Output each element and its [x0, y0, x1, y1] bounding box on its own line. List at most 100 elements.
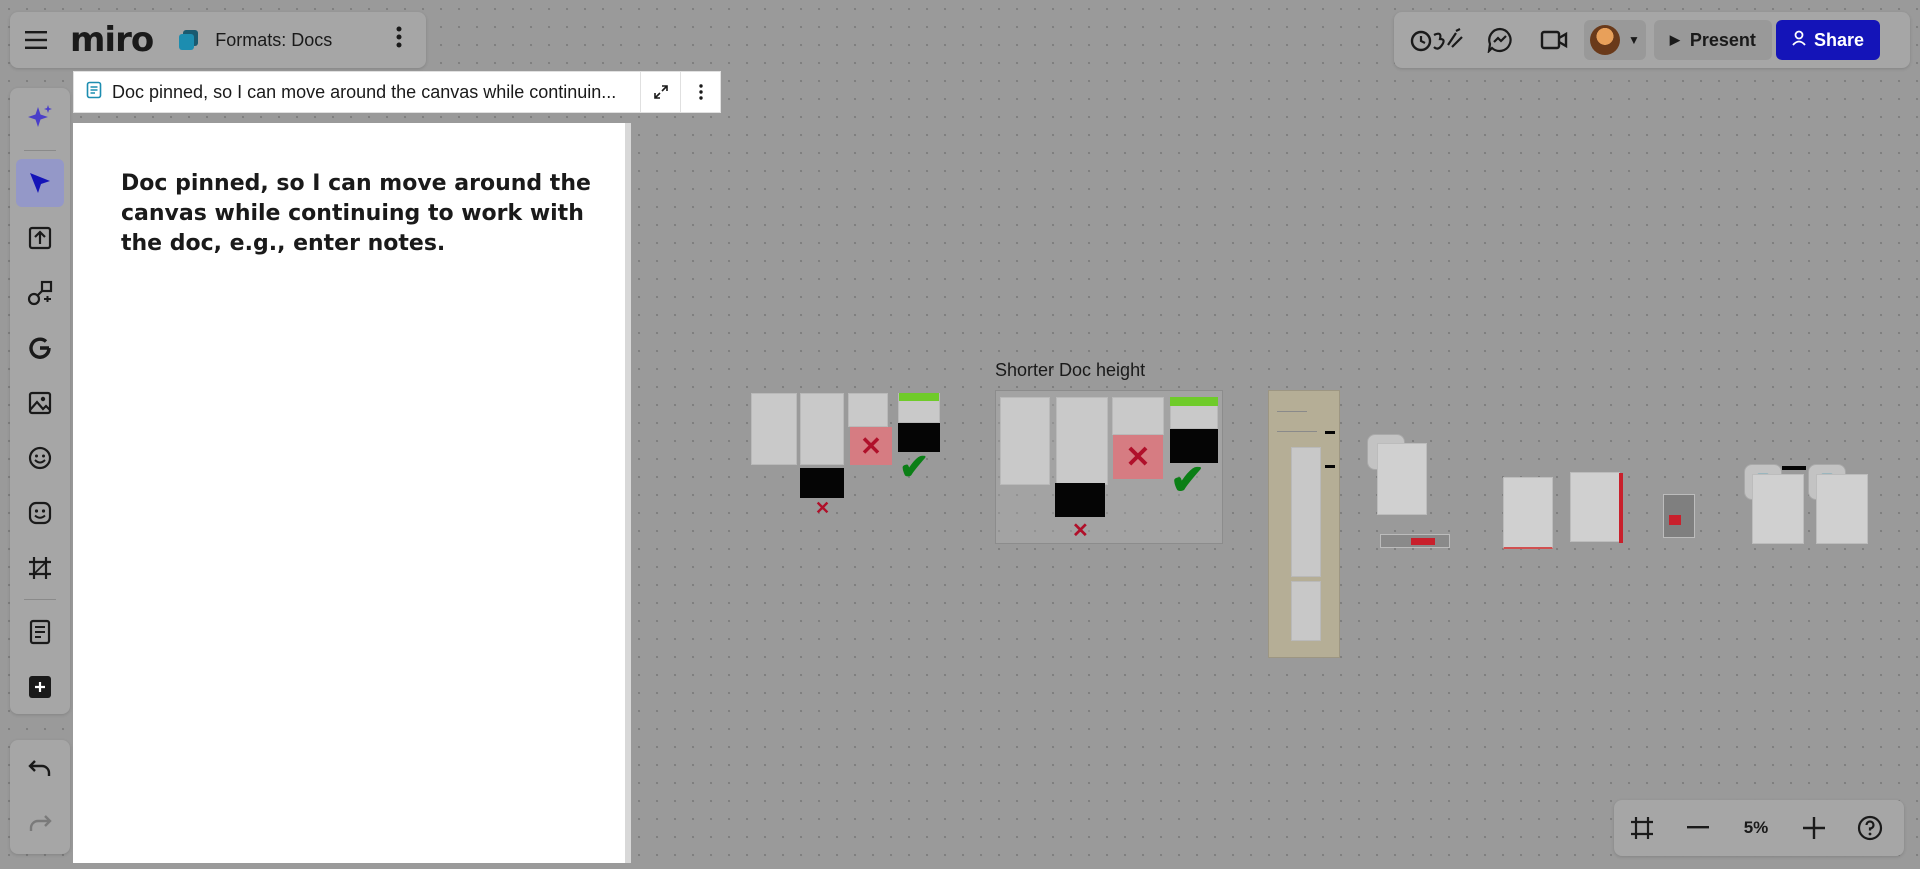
chat-icon: [1487, 27, 1512, 53]
left-toolbar: [10, 88, 70, 714]
ai-sparkle-icon: [28, 105, 52, 127]
board-options-button[interactable]: [396, 26, 402, 55]
pinned-doc-body[interactable]: Doc pinned, so I can move around the can…: [73, 123, 625, 863]
more-vertical-icon: [396, 26, 402, 47]
long-doc-strip[interactable]: [1268, 390, 1340, 658]
doc-icon: [86, 81, 102, 104]
fit-to-screen-button[interactable]: [1614, 800, 1670, 856]
mini-doc-card[interactable]: [800, 393, 844, 465]
timer-reactions-button[interactable]: [1408, 18, 1468, 62]
help-icon: [1857, 815, 1883, 841]
help-button[interactable]: [1842, 800, 1898, 856]
frame-icon: [29, 556, 51, 579]
doc-options-button[interactable]: [680, 72, 720, 112]
expand-doc-button[interactable]: [640, 72, 680, 112]
pinned-doc-title[interactable]: Doc pinned, so I can move around the can…: [112, 82, 640, 103]
image-tool[interactable]: [10, 375, 70, 430]
google-icon: [29, 337, 51, 359]
frame-tool[interactable]: [10, 540, 70, 595]
toolbar-divider: [24, 150, 56, 151]
undo-button[interactable]: [10, 740, 70, 795]
red-x-card[interactable]: ✕: [1113, 435, 1163, 479]
collaboration-toolbar: ▼ ▶ Present Share: [1394, 12, 1910, 68]
check-icon: ✔: [1170, 456, 1206, 503]
doc-banner[interactable]: [1380, 534, 1450, 548]
chevron-down-icon: ▼: [1628, 33, 1640, 47]
doc-content-text[interactable]: Doc pinned, so I can move around the can…: [121, 169, 591, 259]
x-mark-icon: ✕: [1072, 520, 1089, 542]
emoji-icon: [28, 501, 52, 524]
mini-doc-card[interactable]: [848, 393, 888, 427]
sticker-icon: [28, 446, 52, 469]
x-mark-icon: ✕: [815, 498, 831, 518]
history-toolbar: [10, 740, 70, 854]
main-menu-button[interactable]: [10, 12, 62, 68]
doc-preview[interactable]: [1752, 474, 1804, 544]
avatar: [1590, 25, 1620, 55]
frame-icon: [1631, 817, 1653, 839]
ai-assist-button[interactable]: [10, 88, 70, 146]
doc-preview[interactable]: [1570, 472, 1623, 543]
select-icon: [30, 172, 50, 193]
user-menu-button[interactable]: ▼: [1584, 20, 1646, 60]
video-button[interactable]: [1532, 18, 1576, 62]
add-icon: [29, 675, 51, 698]
person-icon: [1792, 30, 1806, 50]
redo-icon: [29, 814, 52, 831]
more-tools-button[interactable]: [10, 659, 70, 714]
share-button[interactable]: Share: [1775, 20, 1880, 60]
sticker-tool[interactable]: [10, 430, 70, 485]
black-mark: [1325, 465, 1335, 468]
doc-scrollbar[interactable]: [625, 123, 631, 863]
more-vertical-icon: [698, 84, 703, 100]
expand-icon: [653, 85, 668, 99]
black-card[interactable]: [800, 468, 844, 498]
zoom-level[interactable]: 5%: [1726, 818, 1786, 838]
zoom-out-button[interactable]: [1670, 800, 1726, 856]
board-doc-icon: [179, 30, 199, 50]
image-icon: [28, 391, 52, 414]
doc-preview[interactable]: [1663, 494, 1695, 538]
chat-button[interactable]: [1478, 18, 1522, 62]
black-card[interactable]: [1055, 483, 1105, 517]
doc-preview[interactable]: [1377, 443, 1427, 515]
green-highlight: [1170, 397, 1218, 406]
emoji-tool[interactable]: [10, 485, 70, 540]
doc-preview[interactable]: [1503, 477, 1553, 549]
redo-button[interactable]: [10, 795, 70, 850]
board-header: miro Formats: Docs: [10, 12, 426, 68]
doc-tool[interactable]: [10, 604, 70, 659]
mini-doc-card[interactable]: [1056, 397, 1108, 485]
share-label: Share: [1813, 29, 1864, 50]
doc-icon: [29, 619, 51, 644]
shapes-tool[interactable]: [10, 265, 70, 320]
mini-doc-card[interactable]: [1000, 397, 1050, 485]
present-button[interactable]: ▶ Present: [1653, 20, 1772, 60]
doc-preview[interactable]: [1816, 474, 1868, 544]
select-tool[interactable]: [10, 155, 70, 210]
mini-doc-card: [1291, 447, 1321, 577]
mini-doc-card[interactable]: [751, 393, 797, 465]
black-mark: [1782, 466, 1806, 470]
video-icon: [1540, 30, 1568, 50]
google-drive-tool[interactable]: [10, 320, 70, 375]
zoom-toolbar: 5%: [1614, 800, 1904, 856]
upload-tool[interactable]: [10, 210, 70, 265]
check-icon: ✔: [899, 446, 930, 487]
green-highlight: [899, 393, 939, 401]
present-label: Present: [1689, 29, 1756, 50]
undo-icon: [28, 759, 51, 776]
frame-label[interactable]: Shorter Doc height: [995, 360, 1145, 381]
black-mark: [1325, 431, 1335, 434]
red-x-card[interactable]: ✕: [850, 427, 892, 465]
hamburger-icon: [25, 31, 47, 49]
board-title[interactable]: Formats: Docs: [215, 30, 332, 51]
frame-shorter-doc-height[interactable]: ✕ ✔ ✕: [995, 390, 1223, 544]
miro-logo: miro: [70, 20, 154, 60]
timer-reactions-icon: [1410, 28, 1463, 52]
pinned-doc-header: Doc pinned, so I can move around the can…: [73, 71, 721, 113]
zoom-in-button[interactable]: [1786, 800, 1842, 856]
mini-doc-card[interactable]: [1112, 397, 1164, 435]
play-icon: ▶: [1669, 32, 1680, 47]
toolbar-divider: [24, 599, 56, 600]
